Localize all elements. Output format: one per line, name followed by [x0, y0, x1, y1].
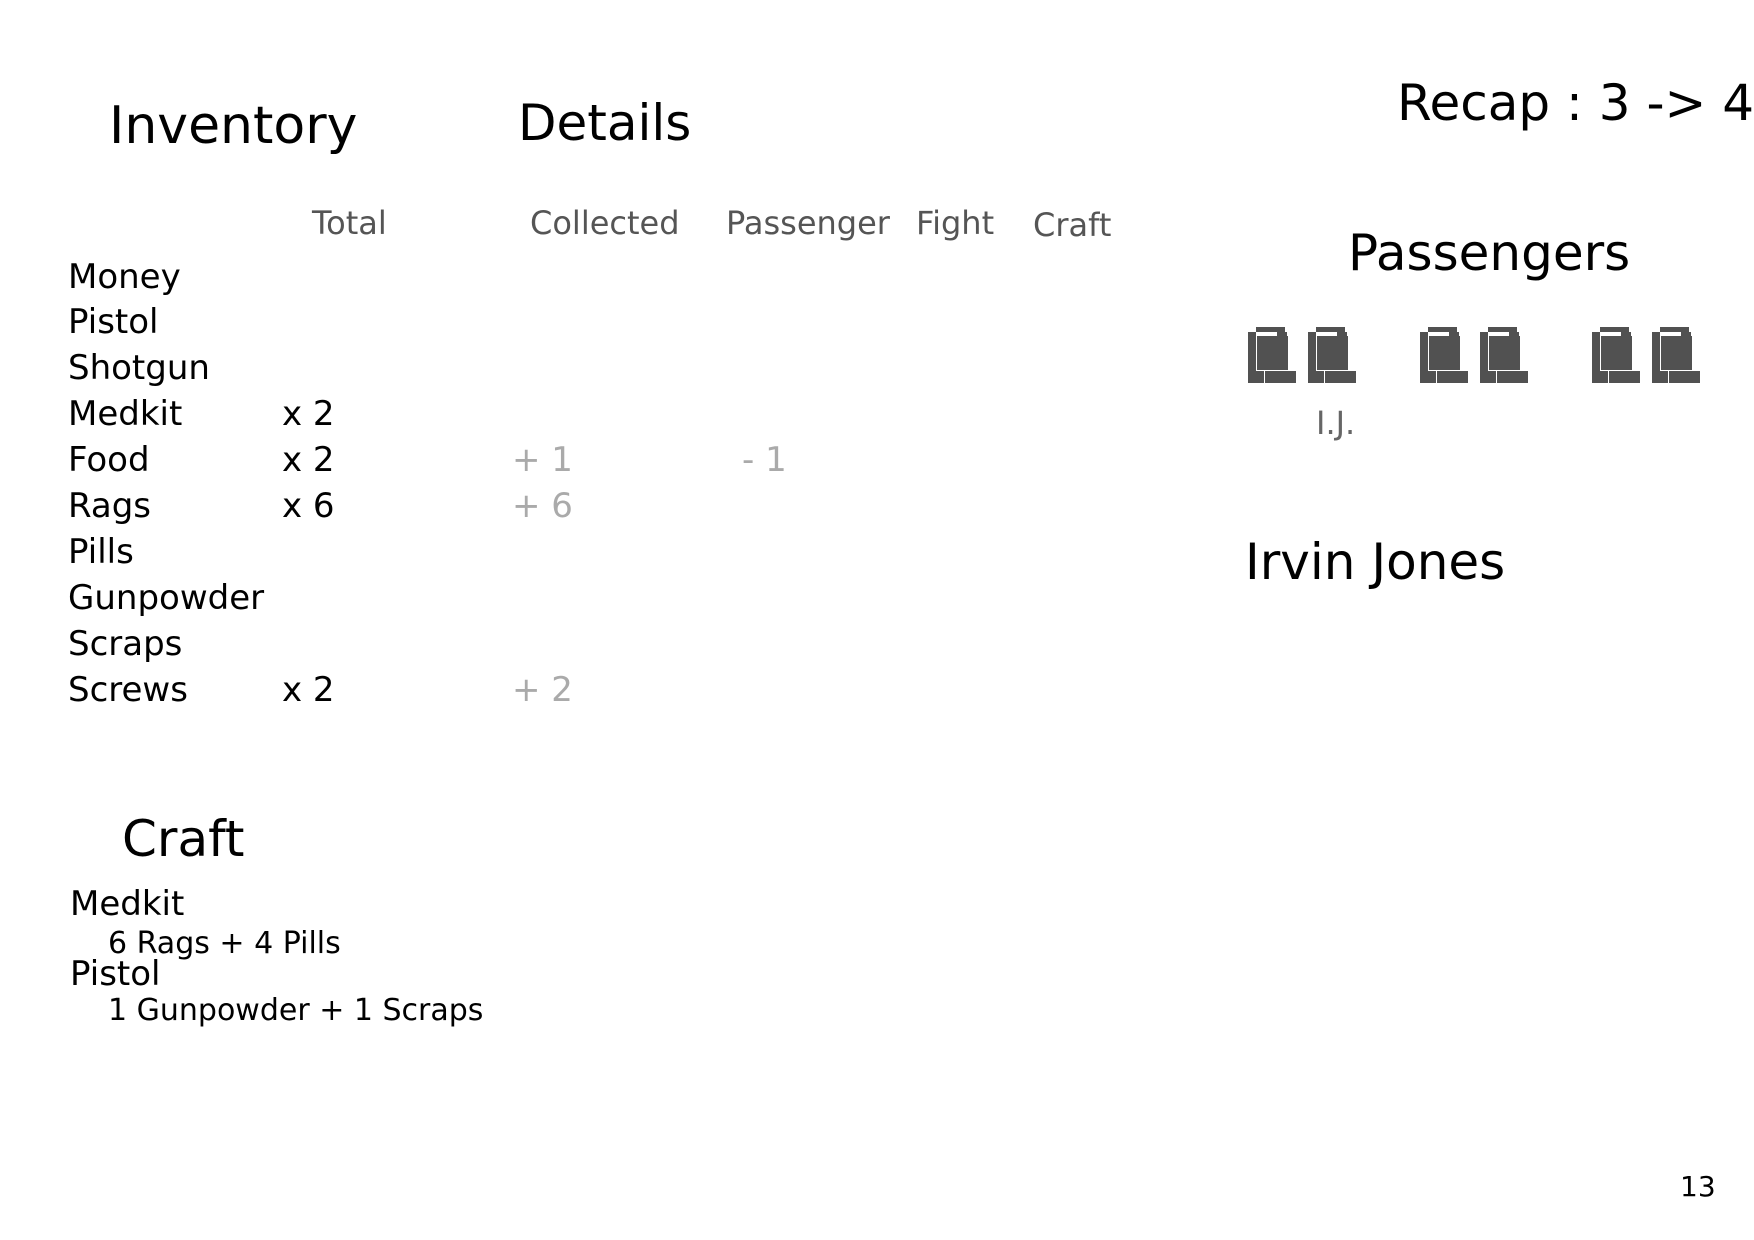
item-collected: + 2	[512, 670, 573, 710]
column-collected: Collected	[530, 204, 680, 242]
selected-passenger-name: Irvin Jones	[1245, 533, 1506, 591]
item-name: Screws	[68, 670, 188, 710]
item-total: x 2	[282, 670, 335, 710]
craft-recipe-name: Medkit	[70, 884, 185, 924]
craft-title: Craft	[122, 810, 245, 868]
item-passenger-change: - 1	[742, 440, 787, 480]
item-total: x 2	[282, 440, 335, 480]
item-name: Shotgun	[68, 348, 210, 388]
seat-icon[interactable]	[1308, 327, 1356, 383]
seat-icon[interactable]	[1420, 327, 1468, 383]
recap-title: Recap : 3 -> 4	[1397, 74, 1754, 132]
seat-icon[interactable]	[1248, 327, 1296, 383]
item-name: Food	[68, 440, 150, 480]
column-total: Total	[312, 204, 387, 242]
item-collected: + 6	[512, 486, 573, 526]
inventory-title: Inventory	[109, 96, 358, 156]
item-name: Medkit	[68, 394, 183, 434]
craft-recipe-ingredients: 1 Gunpowder + 1 Scraps	[108, 993, 484, 1028]
seat-icon[interactable]	[1652, 327, 1700, 383]
item-total: x 2	[282, 394, 335, 434]
item-name: Pills	[68, 532, 134, 572]
page-number: 13	[1680, 1170, 1716, 1203]
column-passenger: Passenger	[726, 204, 890, 242]
item-name: Money	[68, 257, 181, 297]
craft-recipe-name: Pistol	[70, 954, 161, 994]
item-name: Pistol	[68, 302, 159, 342]
details-title: Details	[518, 94, 692, 152]
item-name: Scraps	[68, 624, 183, 664]
item-name: Gunpowder	[68, 578, 265, 618]
column-fight: Fight	[916, 204, 995, 242]
item-name: Rags	[68, 486, 152, 526]
seat-icon[interactable]	[1480, 327, 1528, 383]
item-collected: + 1	[512, 440, 573, 480]
column-craft: Craft	[1033, 206, 1112, 244]
passengers-title: Passengers	[1348, 224, 1631, 282]
seat-label: I.J.	[1316, 404, 1356, 442]
item-total: x 6	[282, 486, 335, 526]
seat-icon[interactable]	[1592, 327, 1640, 383]
